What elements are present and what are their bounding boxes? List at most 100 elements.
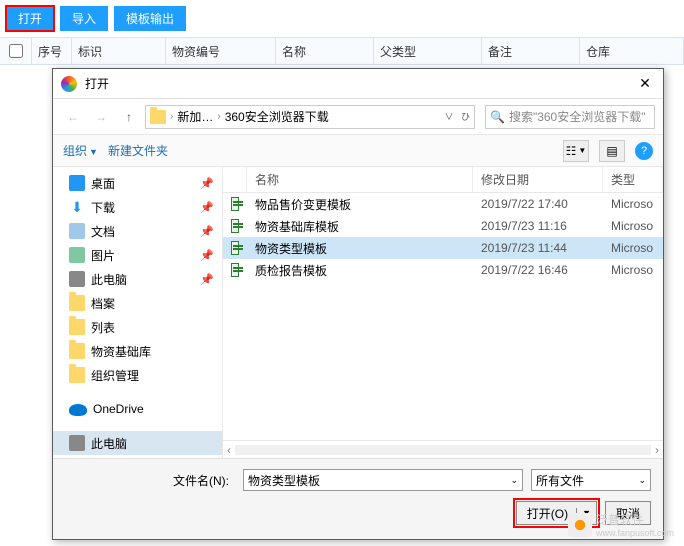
tree-label: 此电脑	[91, 435, 127, 452]
new-folder-button[interactable]: 新建文件夹	[108, 142, 168, 159]
select-all-checkbox[interactable]	[9, 44, 23, 58]
file-filter-select[interactable]: 所有文件 ⌄	[531, 469, 651, 491]
pin-icon: 📌	[200, 225, 214, 238]
h-scrollbar[interactable]: ‹›	[223, 440, 663, 458]
col-modified[interactable]: 修改日期	[473, 167, 603, 192]
file-row[interactable]: 物资类型模板2019/7/23 11:44Microso	[223, 237, 663, 259]
help-icon[interactable]: ?	[635, 142, 653, 160]
file-row[interactable]: 质检报告模板2019/7/22 16:46Microso	[223, 259, 663, 281]
filename-input[interactable]: 物资类型模板 ⌄	[243, 469, 523, 491]
template-output-button[interactable]: 模板输出	[114, 6, 186, 31]
tree-label: 桌面	[91, 175, 115, 192]
tree-item[interactable]: 此电脑	[53, 431, 222, 455]
nav-tree: 桌面📌⬇下载📌文档📌图片📌此电脑📌档案列表物资基础库组织管理OneDrive此电…	[53, 167, 223, 458]
col-parent[interactable]: 父类型	[374, 38, 482, 64]
close-icon[interactable]: ✕	[635, 75, 655, 92]
path-dropdown-icon[interactable]: ∨ ひ	[444, 110, 470, 123]
file-type: Microso	[603, 263, 663, 277]
excel-icon	[231, 197, 239, 211]
pin-icon: 📌	[200, 249, 214, 262]
file-name: 物资基础库模板	[247, 218, 473, 235]
col-name[interactable]: 名称	[276, 38, 374, 64]
tree-item[interactable]: 组织管理	[53, 363, 222, 387]
import-button[interactable]: 导入	[60, 6, 108, 31]
file-name: 物资类型模板	[247, 240, 473, 257]
tree-item[interactable]: OneDrive	[53, 397, 222, 421]
folder-icon	[69, 343, 85, 359]
tree-label: 下载	[91, 199, 115, 216]
chevron-down-icon[interactable]: ▼	[576, 508, 596, 518]
dialog-title: 打开	[85, 75, 635, 92]
file-date: 2019/7/23 11:16	[473, 219, 603, 233]
preview-pane-button[interactable]: ▤	[599, 140, 625, 162]
tree-label: 物资基础库	[91, 343, 151, 360]
open-button[interactable]: 打开	[6, 6, 54, 31]
document-icon	[69, 223, 85, 239]
app-logo-icon	[61, 76, 77, 92]
pc-icon	[69, 271, 85, 287]
col-filename[interactable]: 名称	[247, 167, 473, 192]
file-date: 2019/7/22 16:46	[473, 263, 603, 277]
tree-item[interactable]: 档案	[53, 291, 222, 315]
tree-item[interactable]: ⬇ 下载 📌	[53, 195, 222, 219]
tree-item[interactable]: 列表	[53, 315, 222, 339]
download-icon: ⬇	[69, 199, 85, 215]
desktop-icon	[69, 175, 85, 191]
folder-icon	[69, 319, 85, 335]
tree-label: 档案	[91, 295, 115, 312]
tree-item[interactable]: 图片 📌	[53, 243, 222, 267]
chevron-down-icon: ⌄	[638, 475, 646, 486]
file-name: 物品售价变更模板	[247, 196, 473, 213]
col-id[interactable]: 标识	[72, 38, 166, 64]
col-note[interactable]: 备注	[482, 38, 580, 64]
col-store[interactable]: 仓库	[580, 38, 684, 64]
pin-icon: 📌	[200, 201, 214, 214]
nav-up-button[interactable]: ↑	[117, 105, 141, 129]
tree-item[interactable]: 物资基础库	[53, 339, 222, 363]
col-code[interactable]: 物资编号	[166, 38, 276, 64]
file-date: 2019/7/22 17:40	[473, 197, 603, 211]
picture-icon	[69, 247, 85, 263]
col-filetype[interactable]: 类型	[603, 167, 663, 192]
grid-header: 序号 标识 物资编号 名称 父类型 备注 仓库	[0, 37, 684, 65]
tree-label: 此电脑	[91, 271, 127, 288]
excel-icon	[231, 263, 239, 277]
tree-label: 图片	[91, 247, 115, 264]
file-name: 质检报告模板	[247, 262, 473, 279]
excel-icon	[231, 219, 239, 233]
folder-icon	[150, 110, 166, 124]
folder-icon	[69, 295, 85, 311]
tree-label: OneDrive	[93, 402, 144, 416]
cloud-icon	[69, 404, 87, 416]
excel-icon	[231, 241, 239, 255]
filename-label: 文件名(N):	[65, 472, 235, 489]
path-breadcrumb[interactable]: › 新加… › 360安全浏览器下载 ∨ ひ	[145, 105, 475, 129]
nav-back-button[interactable]: ←	[61, 105, 85, 129]
tree-item[interactable]: 文档📌	[53, 219, 222, 243]
file-type: Microso	[603, 219, 663, 233]
open-file-button[interactable]: 打开(O)▼	[516, 501, 597, 525]
path-part[interactable]: 新加…	[177, 108, 213, 125]
file-type: Microso	[603, 241, 663, 255]
search-input[interactable]: 🔍 搜索"360安全浏览器下载"	[485, 105, 655, 129]
file-type: Microso	[603, 197, 663, 211]
file-row[interactable]: 物资基础库模板2019/7/23 11:16Microso	[223, 215, 663, 237]
open-dialog: 打开 ✕ ← → ↑ › 新加… › 360安全浏览器下载 ∨ ひ 🔍 搜索"3…	[52, 68, 664, 540]
organize-menu[interactable]: 组织▼	[63, 142, 98, 159]
cancel-button[interactable]: 取消	[605, 501, 651, 525]
file-rows: 物品售价变更模板2019/7/22 17:40Microso物资基础库模板201…	[223, 193, 663, 440]
chevron-right-icon: ›	[217, 111, 220, 122]
path-part[interactable]: 360安全浏览器下载	[225, 108, 329, 125]
chevron-down-icon[interactable]: ⌄	[510, 475, 518, 486]
tree-item[interactable]: 此电脑 📌	[53, 267, 222, 291]
pin-icon: 📌	[200, 273, 214, 286]
search-icon: 🔍	[490, 110, 505, 124]
tree-item[interactable]: 桌面 📌	[53, 171, 222, 195]
search-placeholder: 搜索"360安全浏览器下载"	[509, 108, 646, 125]
col-seq[interactable]: 序号	[32, 38, 72, 64]
pin-icon: 📌	[200, 177, 214, 190]
chevron-right-icon: ›	[170, 111, 173, 122]
file-row[interactable]: 物品售价变更模板2019/7/22 17:40Microso	[223, 193, 663, 215]
view-mode-button[interactable]: ☷▼	[563, 140, 589, 162]
nav-forward-button[interactable]: →	[89, 105, 113, 129]
